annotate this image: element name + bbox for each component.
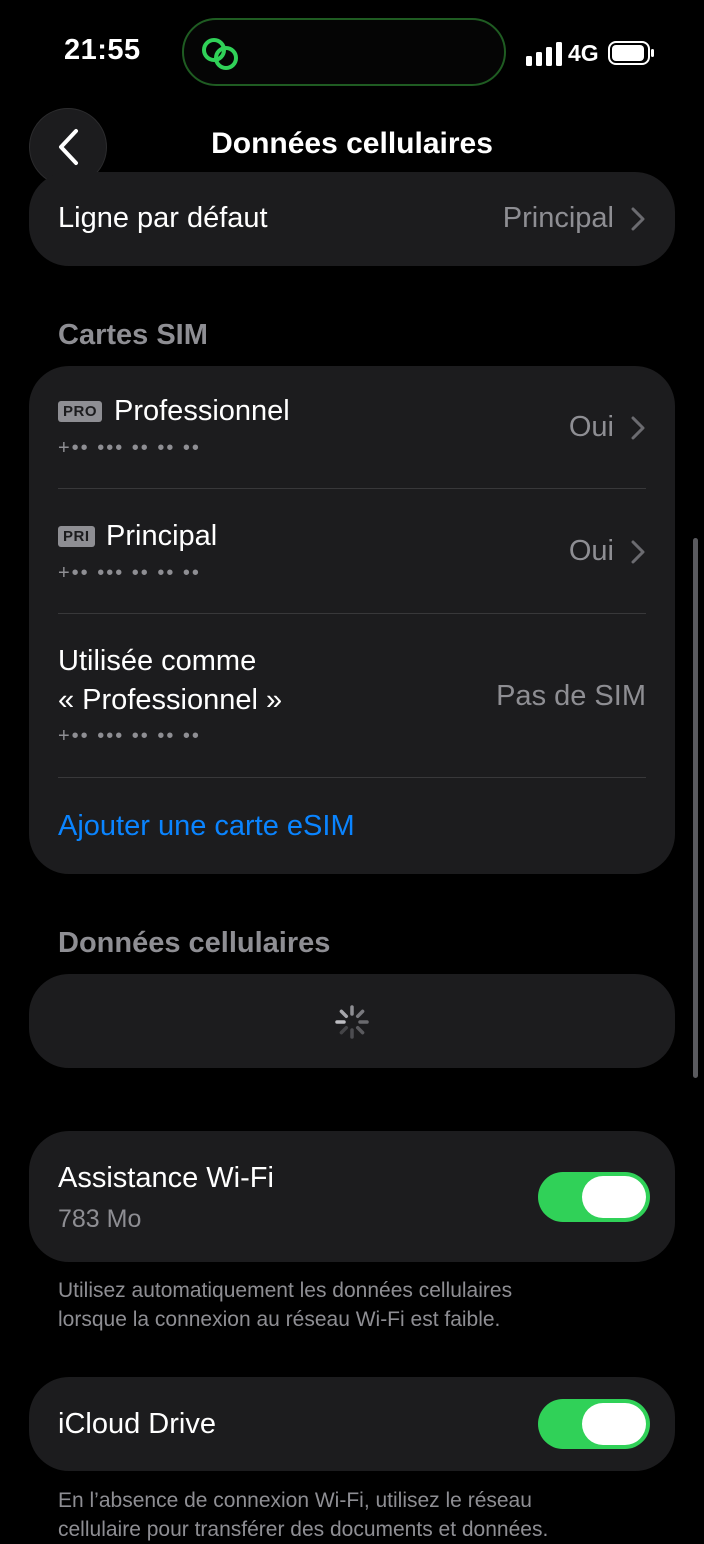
default-line-row[interactable]: Ligne par défaut Principal	[29, 172, 675, 266]
chevron-right-icon	[631, 416, 645, 440]
sim-name: Principal	[106, 520, 218, 552]
footnote-line: lorsque la connexion au réseau Wi-Fi est…	[58, 1308, 501, 1331]
network-type: 4G	[568, 40, 599, 66]
footnote-line: En l’absence de connexion Wi-Fi, utilise…	[58, 1489, 532, 1512]
used-as-label-line1: Utilisée comme	[58, 645, 257, 677]
chevron-right-icon	[631, 540, 645, 564]
sim-row-principal[interactable]: PRI Principal +•• ••• •• •• •• Oui	[29, 489, 675, 614]
link-activity-icon	[202, 38, 238, 70]
section-header-cellular-data: Données cellulaires	[58, 927, 331, 959]
status-time: 21:55	[64, 34, 141, 66]
icloud-drive-footnote: En l’absence de connexion Wi-Fi, utilise…	[58, 1486, 658, 1544]
sim-number: +•• ••• •• •• ••	[58, 725, 201, 747]
icloud-drive-row: iCloud Drive	[29, 1377, 675, 1471]
sim-card-group: PRO Professionnel +•• ••• •• •• •• Oui P…	[29, 366, 675, 874]
wifi-assist-row: Assistance Wi-Fi 783 Mo	[29, 1131, 675, 1262]
used-as-label-line2: « Professionnel »	[58, 684, 283, 716]
wifi-assist-label: Assistance Wi-Fi	[58, 1162, 274, 1194]
sim-number: +•• ••• •• •• ••	[58, 562, 201, 584]
wifi-assist-usage: 783 Mo	[58, 1205, 142, 1233]
scroll-indicator[interactable]	[693, 538, 698, 1078]
page-title: Données cellulaires	[211, 127, 493, 160]
wifi-assist-toggle[interactable]	[538, 1172, 650, 1222]
sim-row-used-as: Utilisée comme « Professionnel » +•• •••…	[29, 614, 675, 777]
cellular-data-loading-card	[29, 974, 675, 1068]
footnote-line: cellulaire pour transférer des documents…	[58, 1518, 549, 1541]
sim-name: Professionnel	[114, 395, 290, 427]
footnote-line: Utilisez automatiquement les données cel…	[58, 1279, 513, 1302]
default-line-label: Ligne par défaut	[58, 202, 268, 234]
used-as-status: Pas de SIM	[496, 680, 646, 712]
divider	[58, 777, 646, 778]
sim-status: Oui	[568, 411, 614, 443]
add-esim-link[interactable]: Ajouter une carte eSIM	[58, 810, 355, 843]
sim-status: Oui	[568, 535, 614, 567]
default-line-value: Principal	[502, 202, 614, 234]
icloud-drive-toggle[interactable]	[538, 1399, 650, 1449]
battery-icon	[608, 41, 654, 65]
sim-number: +•• ••• •• •• ••	[58, 437, 201, 459]
cellular-signal-icon	[526, 42, 562, 66]
icloud-drive-label: iCloud Drive	[58, 1408, 216, 1440]
sim-badge: PRO	[58, 401, 103, 422]
chevron-right-icon	[631, 207, 645, 231]
sim-row-professionnel[interactable]: PRO Professionnel +•• ••• •• •• •• Oui	[29, 366, 675, 489]
wifi-assist-footnote: Utilisez automatiquement les données cel…	[58, 1276, 658, 1334]
loading-spinner-icon	[335, 1005, 369, 1039]
sim-badge: PRI	[58, 526, 95, 547]
section-header-sim: Cartes SIM	[58, 319, 208, 351]
